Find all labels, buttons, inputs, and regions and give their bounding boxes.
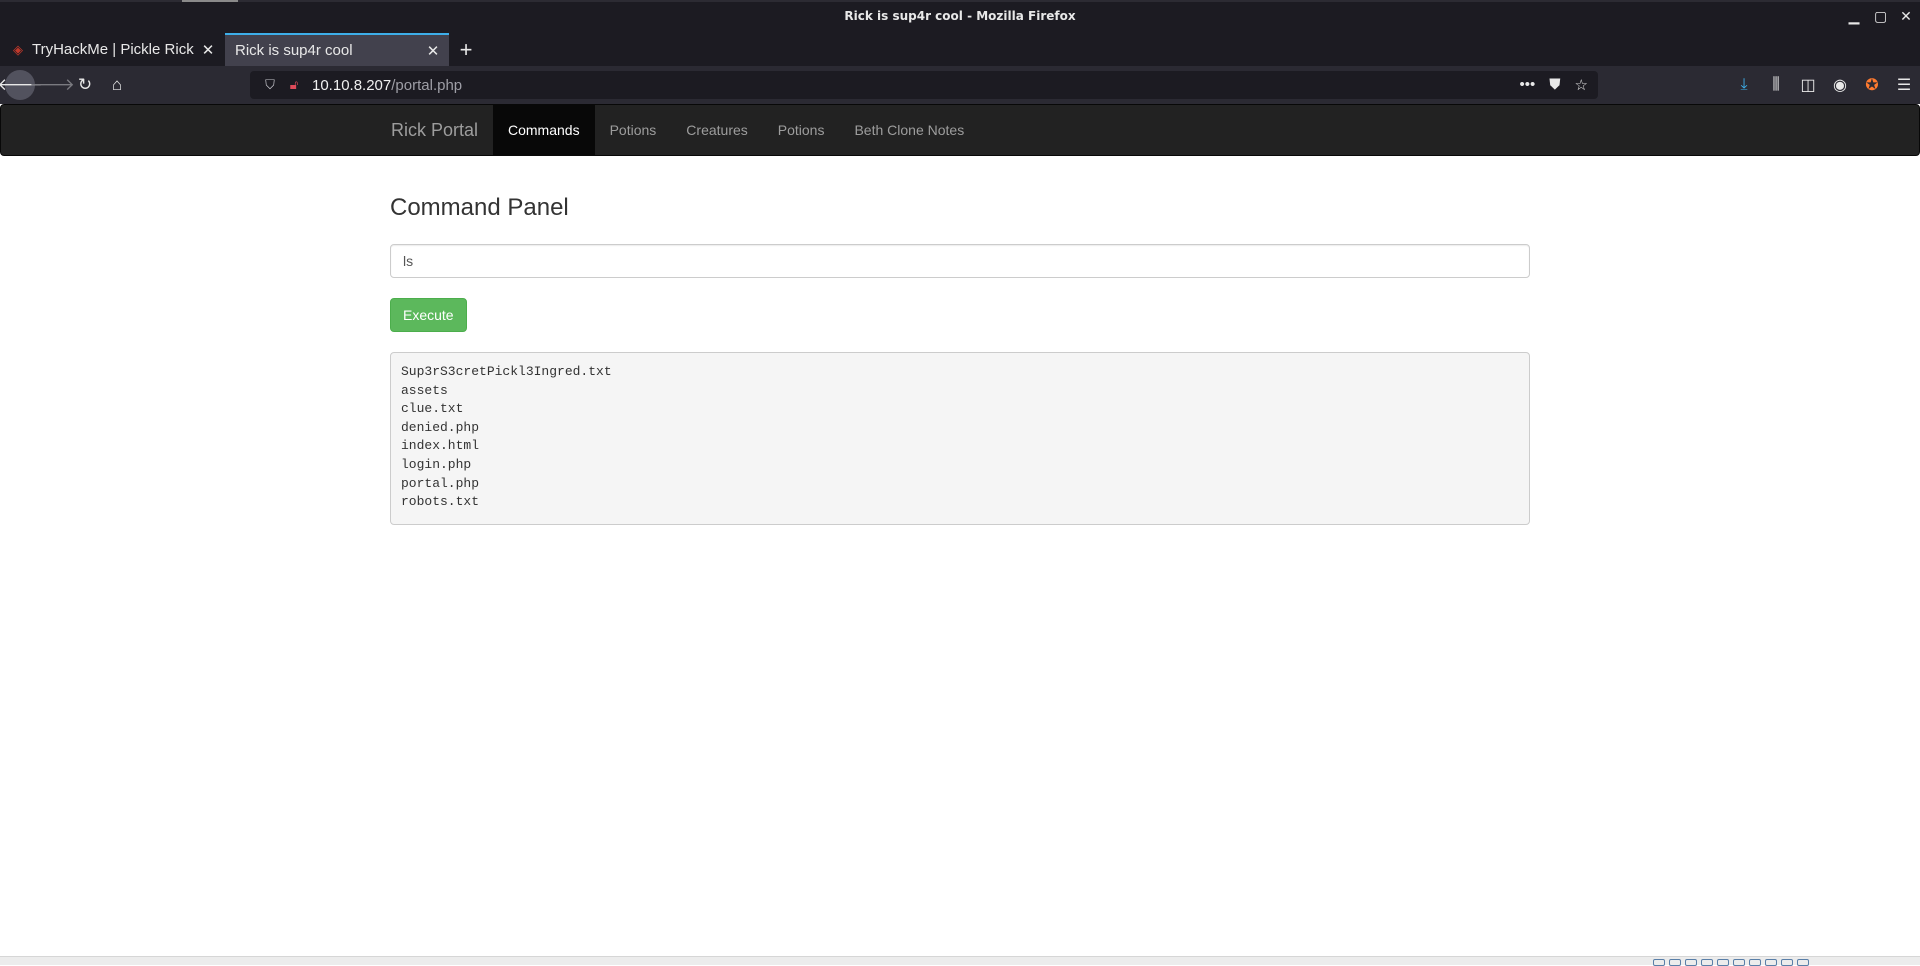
tab-close-icon[interactable]: ✕ (423, 42, 443, 60)
library-icon[interactable]: ⫼ (1766, 76, 1786, 94)
forward-arrow-icon[interactable]: 🡒 (29, 71, 75, 99)
reload-icon[interactable]: ↻ (71, 71, 99, 99)
tray-usb-icon[interactable] (1717, 958, 1729, 966)
nav-creatures[interactable]: Creatures (671, 105, 762, 155)
url-bar[interactable]: ⛉ 🔓︎ 10.10.8.207/portal.php ••• ⛊ ☆ (250, 71, 1598, 99)
output-line: assets (401, 382, 448, 398)
command-input[interactable] (390, 244, 1530, 278)
tray-network-icon[interactable] (1701, 958, 1713, 966)
page-viewport: Rick Portal Commands Potions Creatures P… (0, 104, 1920, 956)
output-line: Sup3rS3cretPickl3Ingred.txt (401, 364, 612, 379)
output-line: robots.txt (401, 494, 480, 510)
tab-rick-portal[interactable]: Rick is sup4r cool ✕ (225, 33, 449, 66)
toolbar-right-icons: ⤓ ⫼ ◫ ◉ ✪ ☰ (1734, 71, 1914, 99)
tab-label: TryHackMe | Pickle Rick (32, 41, 194, 58)
tray-audio-icon[interactable] (1685, 958, 1697, 966)
tracking-shield-icon[interactable]: ⛉ (256, 77, 284, 93)
nav-potions-2[interactable]: Potions (763, 105, 840, 155)
nav-beth-clone-notes[interactable]: Beth Clone Notes (839, 105, 979, 155)
output-line: index.html (401, 438, 480, 454)
command-panel: Command Panel Execute Sup3rS3cretPickl3I… (390, 156, 1530, 525)
output-line: portal.php (401, 475, 480, 491)
tab-tryhackme[interactable]: ◈ TryHackMe | Pickle Rick ✕ (0, 33, 224, 66)
home-icon[interactable]: ⌂ (103, 71, 131, 99)
tray-cpu-icon[interactable] (1781, 958, 1793, 966)
browser-toolbar: 🡐 🡒 ↻ ⌂ ⛉ 🔓︎ 10.10.8.207/portal.php ••• … (0, 66, 1920, 104)
close-window-icon[interactable]: ✕ (1900, 8, 1912, 24)
site-nav-links: Commands Potions Creatures Potions Beth … (493, 105, 979, 155)
page-title: Command Panel (390, 194, 569, 221)
tray-recording-icon[interactable] (1765, 958, 1777, 966)
window-titlebar: Rick is sup4r cool - Mozilla Firefox ▁ ▢… (0, 0, 1920, 33)
tab-close-icon[interactable]: ✕ (198, 41, 218, 59)
account-icon[interactable]: ◉ (1830, 75, 1850, 95)
site-navbar: Rick Portal Commands Potions Creatures P… (0, 104, 1920, 156)
url-text[interactable]: 10.10.8.207/portal.php (312, 77, 1520, 94)
tab-label: Rick is sup4r cool (235, 42, 353, 59)
tray-optical-icon[interactable] (1669, 958, 1681, 966)
hamburger-menu-icon[interactable]: ☰ (1894, 75, 1914, 95)
output-line: login.php (401, 456, 472, 472)
url-bar-actions: ••• ⛊ ☆ (1520, 76, 1588, 94)
command-output: Sup3rS3cretPickl3Ingred.txt assets clue.… (390, 352, 1530, 525)
minimize-icon[interactable]: ▁ (1848, 8, 1860, 24)
downloads-icon[interactable]: ⤓ (1734, 76, 1754, 94)
taskbar-indicator (182, 0, 238, 2)
maximize-icon[interactable]: ▢ (1874, 8, 1887, 24)
output-line: denied.php (401, 419, 480, 435)
bookmark-star-icon[interactable]: ☆ (1575, 76, 1588, 94)
window-controls: ▁ ▢ ✕ (1848, 8, 1912, 24)
tray-shared-folder-icon[interactable] (1733, 958, 1745, 966)
extension-fox-icon[interactable]: ✪ (1862, 75, 1882, 95)
vm-status-strip (0, 956, 1920, 966)
site-brand-link[interactable]: Rick Portal (391, 120, 478, 141)
taskbar-strip (0, 0, 1920, 2)
sidebar-icon[interactable]: ◫ (1798, 75, 1818, 95)
page-actions-icon[interactable]: ••• (1520, 76, 1536, 94)
new-tab-icon[interactable]: + (455, 33, 477, 66)
tryhackme-favicon-icon: ◈ (13, 41, 23, 57)
insecure-lock-icon[interactable]: 🔓︎ (284, 77, 304, 93)
tray-mouse-icon[interactable] (1797, 958, 1809, 966)
url-host: 10.10.8.207 (312, 76, 392, 94)
tray-disk-icon[interactable] (1653, 958, 1665, 966)
execute-button[interactable]: Execute (390, 298, 467, 332)
output-line: clue.txt (401, 401, 464, 417)
nav-potions[interactable]: Potions (595, 105, 672, 155)
tray-display-icon[interactable] (1749, 958, 1761, 966)
tab-strip: ◈ TryHackMe | Pickle Rick ✕ Rick is sup4… (0, 33, 1920, 66)
window-title: Rick is sup4r cool - Mozilla Firefox (844, 9, 1076, 23)
pocket-icon[interactable]: ⛊ (1549, 76, 1560, 94)
nav-commands[interactable]: Commands (493, 105, 595, 155)
url-path: /portal.php (391, 76, 463, 94)
